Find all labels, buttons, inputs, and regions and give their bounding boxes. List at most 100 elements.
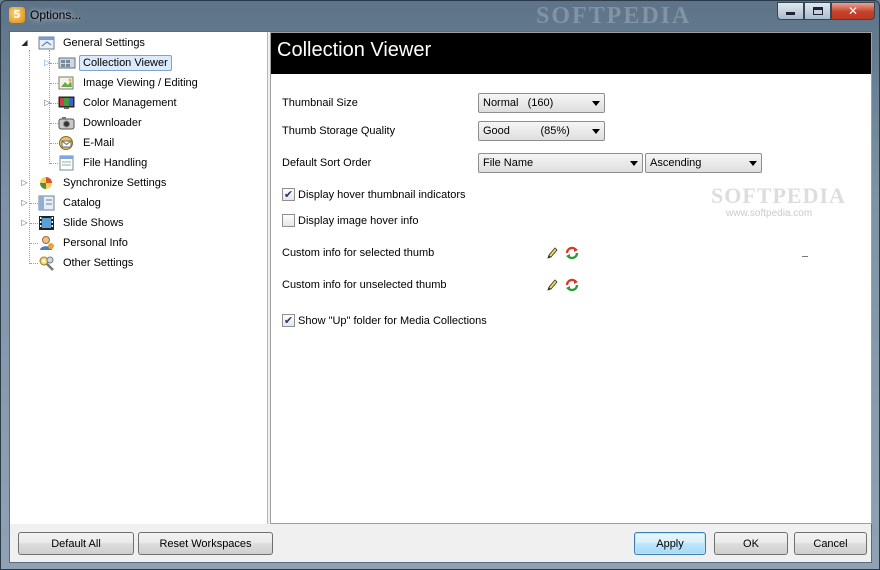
tree-line xyxy=(50,143,58,144)
tree-label: Slide Shows xyxy=(63,217,124,229)
thumbnail-size-label: Thumbnail Size xyxy=(282,97,358,109)
tree-label: Catalog xyxy=(63,197,101,209)
page-title: Collection Viewer xyxy=(277,39,432,61)
color-monitor-icon xyxy=(58,95,76,111)
dialog-client: ◢ General Settings ▷ Collection Viewer I… xyxy=(9,31,872,563)
file-handling-icon xyxy=(58,155,76,171)
hover-info-checkbox[interactable] xyxy=(282,214,295,227)
ok-button[interactable]: OK xyxy=(714,532,788,555)
tree-item-collection-viewer[interactable]: Collection Viewer xyxy=(58,54,172,72)
custom-unselected-label: Custom info for unselected thumb xyxy=(282,279,447,291)
sync-icon xyxy=(38,175,56,191)
tree-label: E-Mail xyxy=(83,137,115,149)
expand-arrow-icon[interactable]: ▷ xyxy=(43,58,52,67)
catalog-icon xyxy=(38,195,56,211)
tree-line xyxy=(30,263,38,264)
camera-icon xyxy=(58,115,76,131)
hover-indicators-checkbox[interactable]: ✔ xyxy=(282,188,295,201)
email-icon xyxy=(58,135,76,151)
reset-unselected-icon[interactable] xyxy=(564,277,580,293)
tree-item-color-management[interactable]: Color Management xyxy=(58,94,181,112)
expand-arrow-icon[interactable]: ▷ xyxy=(43,98,52,107)
dropdown-value: Ascending xyxy=(650,157,702,169)
reset-workspaces-button[interactable]: Reset Workspaces xyxy=(138,532,273,555)
tree-item-catalog[interactable]: Catalog xyxy=(38,194,105,212)
dropdown-value: Good (85%) xyxy=(483,125,570,137)
tree-item-synchronize-settings[interactable]: Synchronize Settings xyxy=(38,174,170,192)
hover-indicators-option[interactable]: ✔ Display hover thumbnail indicators xyxy=(282,188,466,201)
collapse-arrow-icon[interactable]: ◢ xyxy=(20,38,29,47)
tree-line xyxy=(49,50,50,164)
thumb-quality-dropdown[interactable]: Good (85%) xyxy=(478,121,605,141)
default-all-button[interactable]: Default All xyxy=(18,532,134,555)
chevron-down-icon xyxy=(592,101,600,106)
sort-direction-dropdown[interactable]: Ascending xyxy=(645,153,762,173)
tree-item-personal-info[interactable]: Personal Info xyxy=(38,234,132,252)
tree-label: Color Management xyxy=(83,97,177,109)
dropdown-value: File Name xyxy=(483,157,534,169)
tree-line xyxy=(29,50,30,264)
checkbox-label: Display image hover info xyxy=(298,214,419,227)
chevron-down-icon xyxy=(630,161,638,166)
options-window: 5 Options... SOFTPEDIA ✕ ◢ General Setti… xyxy=(0,0,880,570)
minimize-button[interactable] xyxy=(777,2,804,20)
tree-line xyxy=(50,83,58,84)
window-title: Options... xyxy=(30,8,82,22)
checkbox-label: Show "Up" folder for Media Collections xyxy=(298,314,487,327)
thumb-quality-label: Thumb Storage Quality xyxy=(282,125,396,137)
film-icon xyxy=(38,215,56,231)
collection-viewer-icon xyxy=(58,55,76,71)
softpedia-url-watermark: www.softpedia.com xyxy=(726,208,813,219)
sort-field-dropdown[interactable]: File Name xyxy=(478,153,643,173)
app-icon: 5 xyxy=(9,7,25,23)
minimize-icon xyxy=(786,12,795,15)
tree-label: File Handling xyxy=(83,157,148,169)
image-edit-icon xyxy=(58,75,76,91)
custom-selected-label: Custom info for selected thumb xyxy=(282,247,435,259)
expand-arrow-icon[interactable]: ▷ xyxy=(20,178,29,187)
tree-item-image-viewing-editing[interactable]: Image Viewing / Editing xyxy=(58,74,202,92)
softpedia-watermark: SOFTPEDIA xyxy=(536,3,692,29)
edit-unselected-pencil-icon[interactable] xyxy=(544,277,560,293)
tree-line xyxy=(30,243,38,244)
close-button[interactable]: ✕ xyxy=(831,2,875,20)
expand-arrow-icon[interactable]: ▷ xyxy=(20,198,29,207)
apply-button[interactable]: Apply xyxy=(634,532,706,555)
settings-window-icon xyxy=(38,35,56,51)
tree-label: Collection Viewer xyxy=(79,55,172,71)
person-icon xyxy=(38,235,56,251)
dropdown-value: Normal (160) xyxy=(483,97,554,109)
show-up-folder-checkbox[interactable]: ✔ xyxy=(282,314,295,327)
content-header: Collection Viewer xyxy=(271,33,871,74)
tree-item-downloader[interactable]: Downloader xyxy=(58,114,146,132)
tree-item-other-settings[interactable]: Other Settings xyxy=(38,254,137,272)
tree-label: Image Viewing / Editing xyxy=(83,77,198,89)
tools-icon xyxy=(38,255,56,271)
settings-content-panel: Collection Viewer SOFTPEDIA www.softpedi… xyxy=(270,32,872,524)
tree-label: Other Settings xyxy=(63,257,134,269)
maximize-button[interactable] xyxy=(804,2,831,20)
cancel-button[interactable]: Cancel xyxy=(794,532,867,555)
settings-tree[interactable]: ◢ General Settings ▷ Collection Viewer I… xyxy=(10,32,268,524)
tree-item-email[interactable]: E-Mail xyxy=(58,134,118,152)
checkbox-label: Display hover thumbnail indicators xyxy=(298,188,466,201)
tree-label: General Settings xyxy=(63,37,145,49)
tree-item-slide-shows[interactable]: Slide Shows xyxy=(38,214,128,232)
tree-item-general-settings[interactable]: General Settings xyxy=(38,34,149,52)
tree-item-file-handling[interactable]: File Handling xyxy=(58,154,151,172)
tree-line xyxy=(50,163,58,164)
thumbnail-size-dropdown[interactable]: Normal (160) xyxy=(478,93,605,113)
close-icon: ✕ xyxy=(847,4,859,18)
tree-label: Synchronize Settings xyxy=(63,177,167,189)
tree-label: Personal Info xyxy=(63,237,128,249)
tree-line xyxy=(30,203,38,204)
caption-buttons: ✕ xyxy=(777,2,875,20)
title-bar[interactable]: 5 Options... SOFTPEDIA ✕ xyxy=(1,1,879,29)
expand-arrow-icon[interactable]: ▷ xyxy=(20,218,29,227)
show-up-folder-option[interactable]: ✔ Show "Up" folder for Media Collections xyxy=(282,314,487,327)
reset-selected-icon[interactable] xyxy=(564,245,580,261)
hover-info-option[interactable]: Display image hover info xyxy=(282,214,418,227)
tree-line xyxy=(30,223,38,224)
chevron-down-icon xyxy=(749,161,757,166)
edit-selected-pencil-icon[interactable] xyxy=(544,245,560,261)
